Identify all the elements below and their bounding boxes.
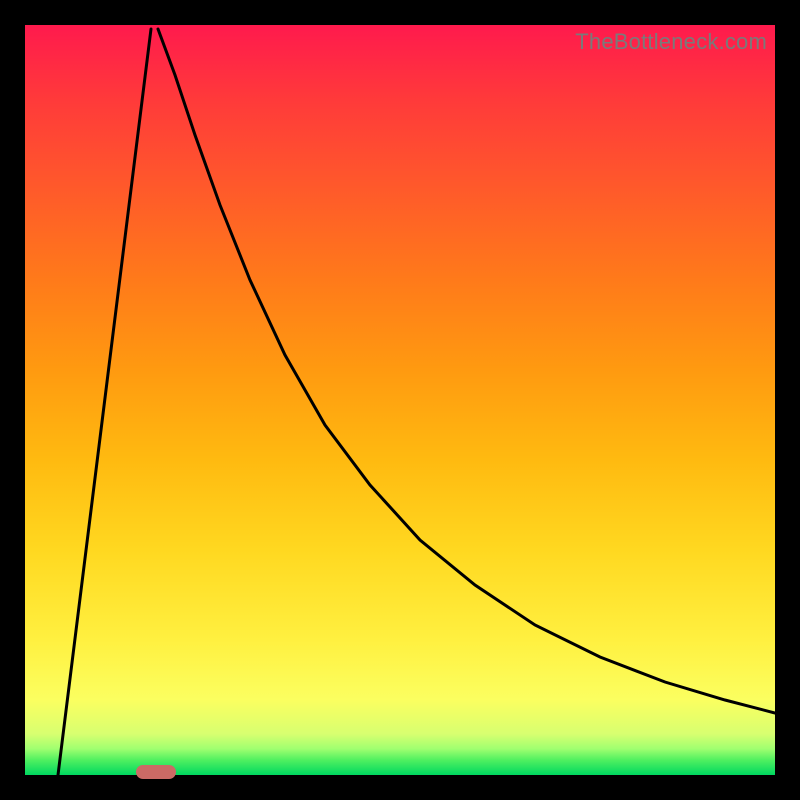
curve-path [58,29,775,775]
bottleneck-marker [136,765,176,779]
plot-area: TheBottleneck.com [25,25,775,775]
watermark-text: TheBottleneck.com [575,29,767,55]
chart-frame: TheBottleneck.com [0,0,800,800]
bottleneck-curve [25,25,775,775]
